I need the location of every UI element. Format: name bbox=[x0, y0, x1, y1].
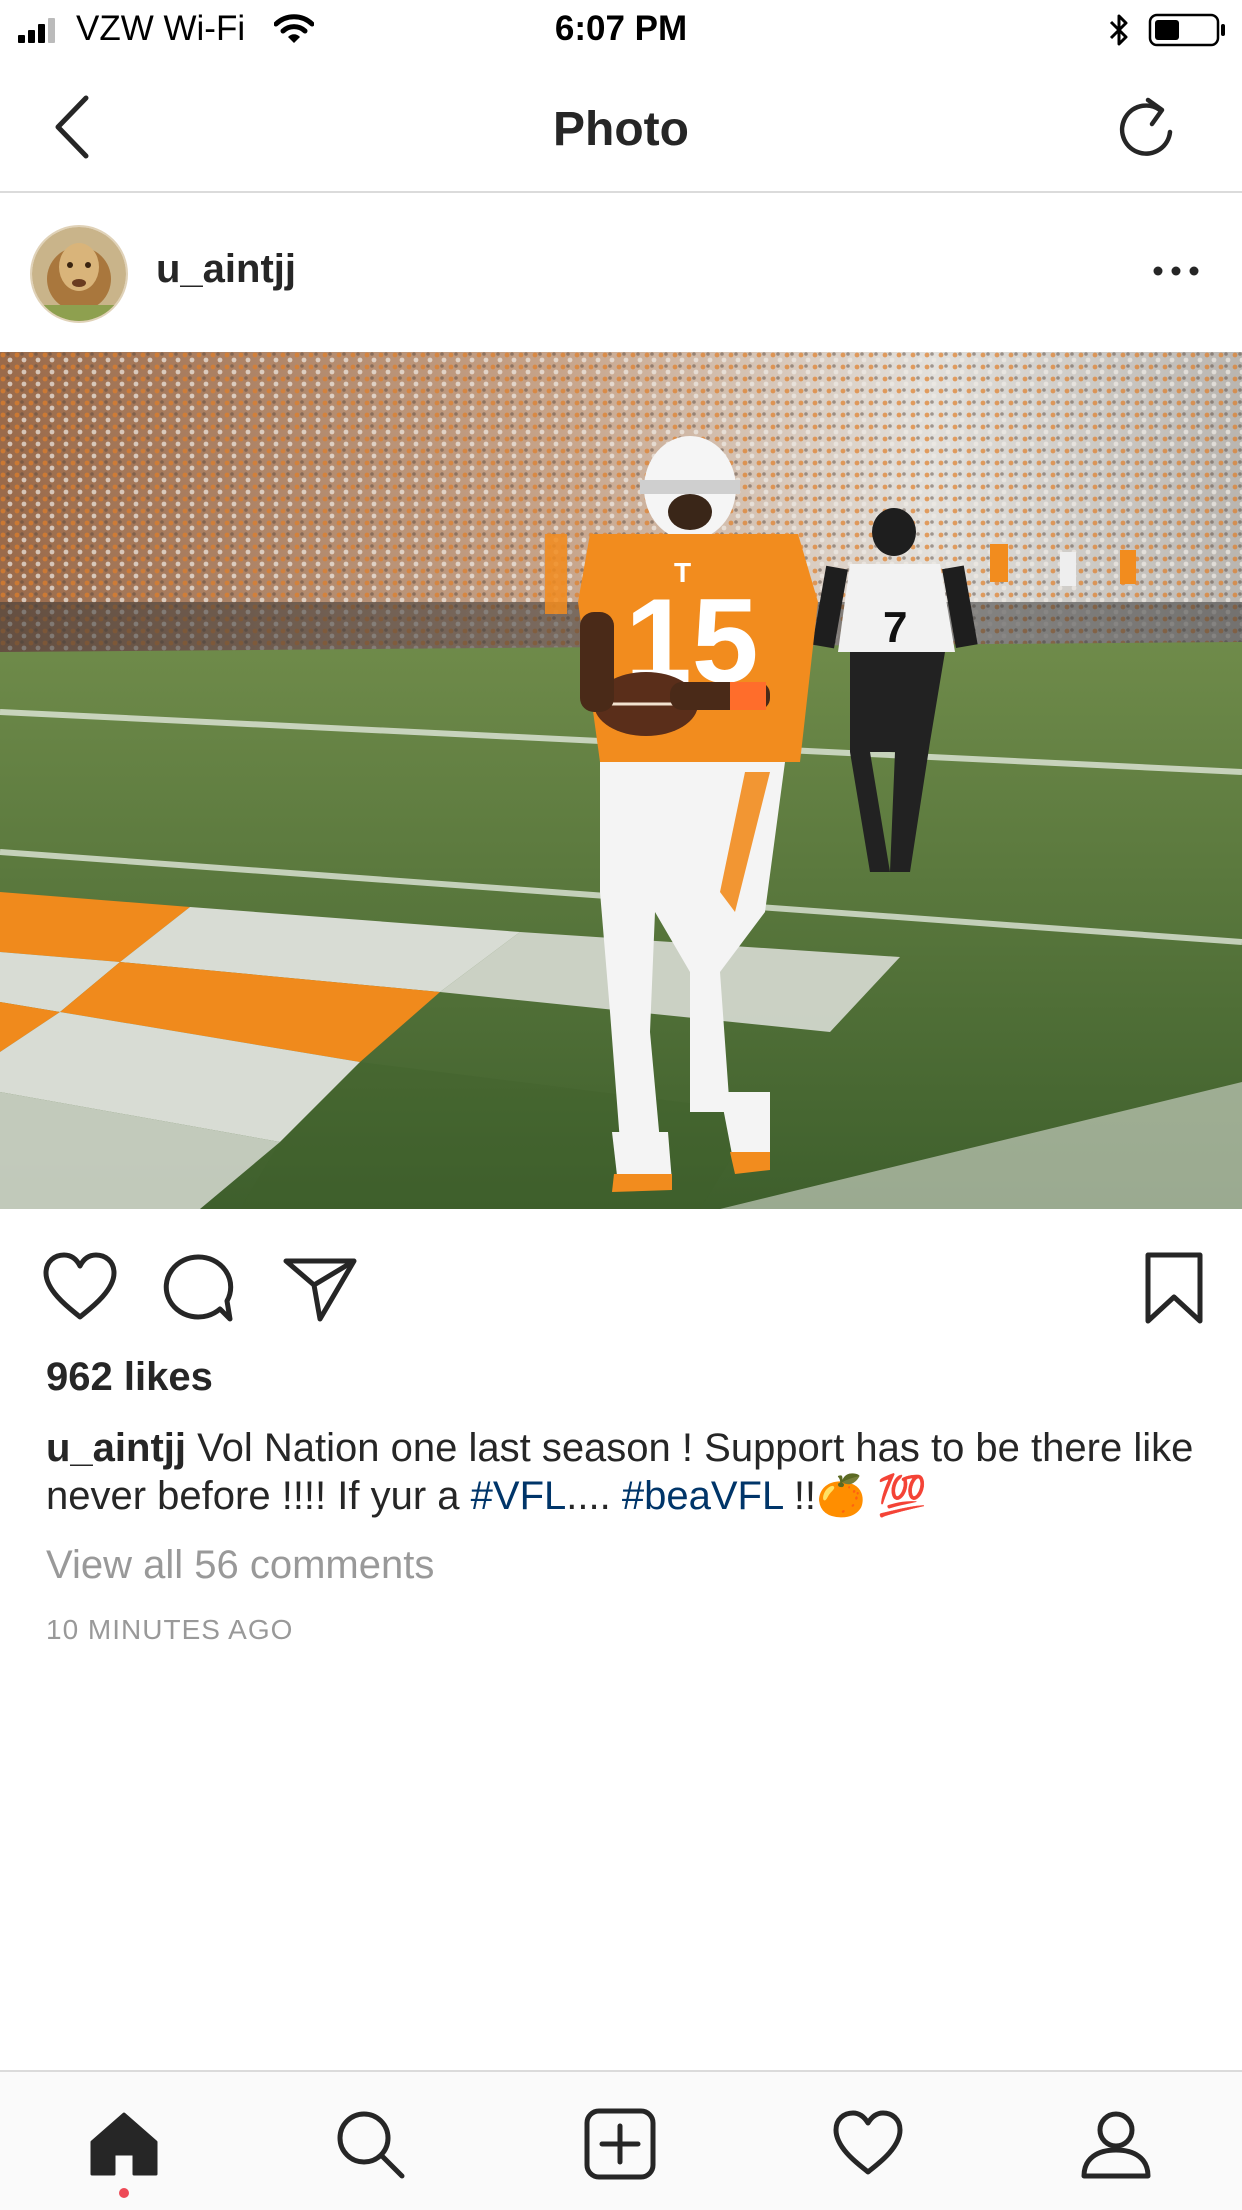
caption-username[interactable]: u_aintjj bbox=[46, 1426, 186, 1470]
avatar[interactable] bbox=[30, 225, 128, 323]
page-title: Photo bbox=[553, 103, 689, 156]
more-horizontal-icon[interactable] bbox=[1150, 257, 1202, 285]
battery-icon bbox=[1148, 13, 1225, 47]
post-header: u_aintjj bbox=[0, 191, 1242, 351]
post-actions bbox=[0, 1209, 1242, 1349]
status-bar: VZW Wi-Fi 6:07 PM bbox=[0, 0, 1242, 62]
svg-text:7: 7 bbox=[883, 603, 907, 652]
activity-icon[interactable] bbox=[832, 2108, 904, 2180]
bluetooth-icon bbox=[1109, 14, 1128, 46]
refresh-icon[interactable] bbox=[1114, 94, 1178, 162]
status-time: 6:07 PM bbox=[554, 9, 688, 48]
hashtag-link[interactable]: #beaVFL bbox=[622, 1474, 783, 1518]
add-post-icon[interactable] bbox=[584, 2108, 656, 2180]
likes-count[interactable]: 962 likes bbox=[46, 1355, 213, 1400]
bookmark-icon[interactable] bbox=[1134, 1249, 1214, 1325]
post-timestamp: 10 MINUTES AGO bbox=[46, 1614, 294, 1645]
heart-icon[interactable] bbox=[40, 1249, 120, 1325]
nav-bar: Photo bbox=[0, 62, 1242, 193]
caption-text: .... bbox=[566, 1474, 622, 1518]
caption-text: !!🍊 💯 bbox=[782, 1474, 927, 1518]
search-icon[interactable] bbox=[334, 2108, 406, 2180]
svg-text:T: T bbox=[674, 557, 691, 588]
tab-bar bbox=[0, 2070, 1242, 2210]
profile-icon[interactable] bbox=[1080, 2108, 1152, 2180]
hashtag-link[interactable]: #VFL bbox=[471, 1474, 567, 1518]
comment-icon[interactable] bbox=[158, 1249, 238, 1325]
view-comments-link[interactable]: View all 56 comments bbox=[46, 1543, 434, 1588]
home-icon[interactable] bbox=[88, 2108, 160, 2180]
post-caption: u_aintjj Vol Nation one last season ! Su… bbox=[46, 1424, 1206, 1520]
post-photo[interactable]: 7 15 T bbox=[0, 352, 1242, 1209]
notification-dot bbox=[119, 2188, 129, 2198]
share-icon[interactable] bbox=[280, 1249, 360, 1325]
post-username[interactable]: u_aintjj bbox=[156, 247, 296, 292]
